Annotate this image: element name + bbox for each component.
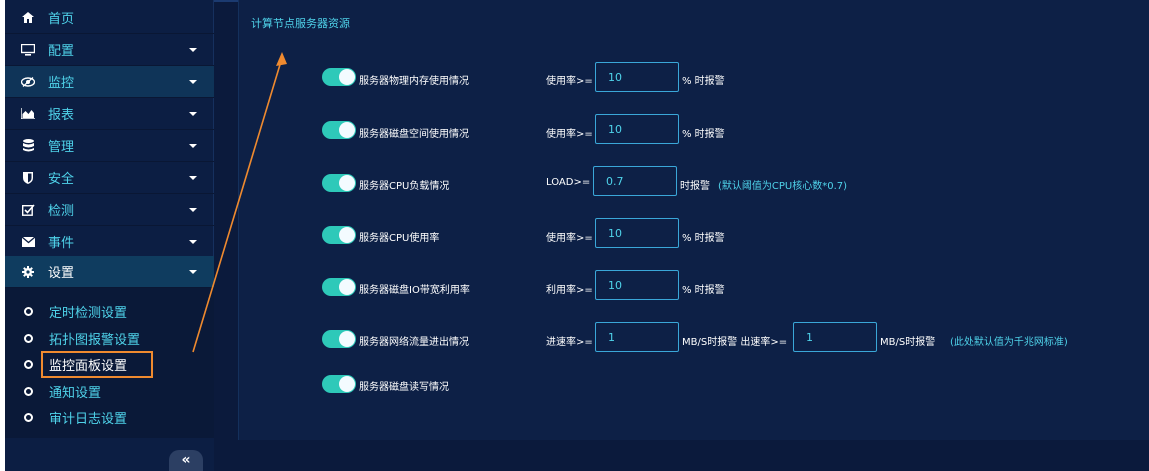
sidebar-item-label: 管理 bbox=[48, 140, 75, 155]
field-label: 使用率>= bbox=[546, 129, 593, 140]
setting-label: 服务器CPU负载情况 bbox=[359, 181, 450, 192]
inbound-rate-input[interactable] bbox=[595, 322, 679, 352]
field-label: 使用率>= bbox=[546, 76, 593, 87]
setting-label: 服务器CPU使用率 bbox=[359, 233, 440, 244]
home-icon bbox=[21, 11, 35, 25]
field-suffix: 时报警 bbox=[680, 181, 710, 192]
sidebar-item-detect[interactable]: 检测 bbox=[5, 194, 214, 226]
page-title: 计算节点服务器资源 bbox=[251, 17, 350, 30]
sidebar-item-reports[interactable]: 报表 bbox=[5, 98, 214, 130]
submenu-item-label: 通知设置 bbox=[49, 385, 102, 401]
bullet-icon bbox=[24, 306, 33, 316]
toggle-knob bbox=[339, 279, 355, 295]
threshold-input[interactable] bbox=[595, 62, 679, 92]
toggle-knob bbox=[339, 227, 355, 243]
bullet-icon bbox=[24, 333, 33, 343]
sidebar-item-monitor[interactable]: 监控 bbox=[5, 66, 214, 98]
area-chart-icon bbox=[21, 107, 35, 121]
field-suffix: % 时报警 bbox=[682, 285, 725, 296]
setting-label: 服务器物理内存使用情况 bbox=[359, 76, 469, 87]
submenu-item-monitor-panel[interactable]: 监控面板设置 bbox=[5, 350, 214, 378]
toggle-knob bbox=[339, 122, 355, 138]
field-hint: (此处默认值为千兆网标准) bbox=[950, 337, 1068, 348]
sidebar-item-label: 设置 bbox=[48, 266, 75, 281]
sidebar-item-label: 事件 bbox=[48, 236, 75, 251]
field-suffix: MB/S时报警 出速率>= bbox=[682, 337, 788, 348]
sidebar-item-config[interactable]: 配置 bbox=[5, 34, 214, 66]
toggle-knob bbox=[339, 175, 355, 191]
sidebar-item-security[interactable]: 安全 bbox=[5, 162, 214, 194]
submenu-item-scheduled-check[interactable]: 定时检测设置 bbox=[5, 300, 214, 322]
toggle-switch[interactable] bbox=[322, 68, 356, 86]
chevron-down-icon bbox=[189, 79, 197, 84]
toggle-knob bbox=[339, 331, 355, 347]
sidebar-item-label: 配置 bbox=[48, 44, 75, 59]
sidebar-item-label: 报表 bbox=[48, 108, 75, 123]
sidebar: 首页 配置 监控 报表 管理 安全 检测 事件 设置 定时检测设置 拓扑图报警设… bbox=[5, 0, 214, 471]
bullet-icon bbox=[24, 359, 33, 369]
setting-label: 服务器磁盘空间使用情况 bbox=[359, 129, 469, 140]
field-label: 使用率>= bbox=[546, 233, 593, 244]
chevron-down-icon bbox=[189, 239, 197, 244]
field-hint: (默认阈值为CPU核心数*0.7) bbox=[718, 181, 848, 192]
field-suffix: % 时报警 bbox=[682, 129, 725, 140]
toggle-switch[interactable] bbox=[322, 174, 356, 192]
chevron-down-icon bbox=[189, 47, 197, 52]
bullet-icon bbox=[24, 386, 33, 396]
submenu-item-label: 审计日志设置 bbox=[49, 411, 128, 427]
threshold-input[interactable] bbox=[595, 218, 679, 248]
database-icon bbox=[21, 139, 35, 153]
checkbox-icon bbox=[21, 203, 35, 217]
chevron-down-icon bbox=[189, 207, 197, 212]
gear-icon bbox=[21, 265, 35, 279]
submenu-item-notification[interactable]: 通知设置 bbox=[5, 380, 214, 402]
eye-icon bbox=[21, 75, 35, 89]
setting-label: 服务器磁盘IO带宽利用率 bbox=[359, 285, 470, 296]
field-label: LOAD>= bbox=[546, 177, 591, 188]
toggle-switch[interactable] bbox=[322, 278, 356, 296]
toggle-switch[interactable] bbox=[322, 330, 356, 348]
field-suffix: MB/S时报警 bbox=[880, 337, 936, 348]
toggle-knob bbox=[339, 376, 355, 392]
sidebar-item-events[interactable]: 事件 bbox=[5, 226, 214, 258]
field-suffix: % 时报警 bbox=[682, 76, 725, 87]
setting-label: 服务器网络流量进出情况 bbox=[359, 337, 469, 348]
chevron-down-icon bbox=[189, 143, 197, 148]
toggle-knob bbox=[339, 69, 355, 85]
field-label: 进速率>= bbox=[546, 337, 593, 348]
outbound-rate-input[interactable] bbox=[793, 322, 877, 352]
submenu-item-audit-log[interactable]: 审计日志设置 bbox=[5, 406, 214, 428]
field-suffix: % 时报警 bbox=[682, 233, 725, 244]
sidebar-item-label: 安全 bbox=[48, 172, 75, 187]
chevron-down-icon bbox=[189, 175, 197, 180]
submenu-item-topology-alert[interactable]: 拓扑图报警设置 bbox=[5, 327, 214, 349]
threshold-input[interactable] bbox=[595, 114, 679, 144]
submenu-item-label: 拓扑图报警设置 bbox=[49, 332, 141, 348]
sidebar-item-label: 监控 bbox=[48, 76, 75, 91]
monitor-icon bbox=[21, 43, 35, 57]
toggle-switch[interactable] bbox=[322, 226, 356, 244]
toggle-switch[interactable] bbox=[322, 375, 356, 393]
chevron-down-icon bbox=[189, 269, 197, 274]
sidebar-item-home[interactable]: 首页 bbox=[5, 2, 214, 34]
sidebar-item-label: 检测 bbox=[48, 204, 75, 219]
bullet-icon bbox=[24, 412, 33, 422]
submenu-item-label: 监控面板设置 bbox=[41, 350, 154, 378]
settings-panel bbox=[238, 0, 1149, 440]
collapse-sidebar-button[interactable]: « bbox=[169, 450, 203, 471]
setting-label: 服务器磁盘读写情况 bbox=[359, 382, 449, 393]
sidebar-item-manage[interactable]: 管理 bbox=[5, 130, 214, 162]
settings-submenu: 定时检测设置 拓扑图报警设置 监控面板设置 通知设置 审计日志设置 bbox=[5, 288, 214, 438]
sidebar-item-label: 首页 bbox=[48, 12, 75, 27]
sidebar-item-settings[interactable]: 设置 bbox=[5, 256, 214, 288]
submenu-item-label: 定时检测设置 bbox=[49, 305, 128, 321]
threshold-input[interactable] bbox=[595, 270, 679, 300]
threshold-input[interactable] bbox=[593, 166, 677, 196]
shield-icon bbox=[21, 171, 35, 185]
field-label: 利用率>= bbox=[546, 285, 593, 296]
toggle-switch[interactable] bbox=[322, 121, 356, 139]
chevron-down-icon bbox=[189, 111, 197, 116]
envelope-icon bbox=[21, 235, 35, 249]
